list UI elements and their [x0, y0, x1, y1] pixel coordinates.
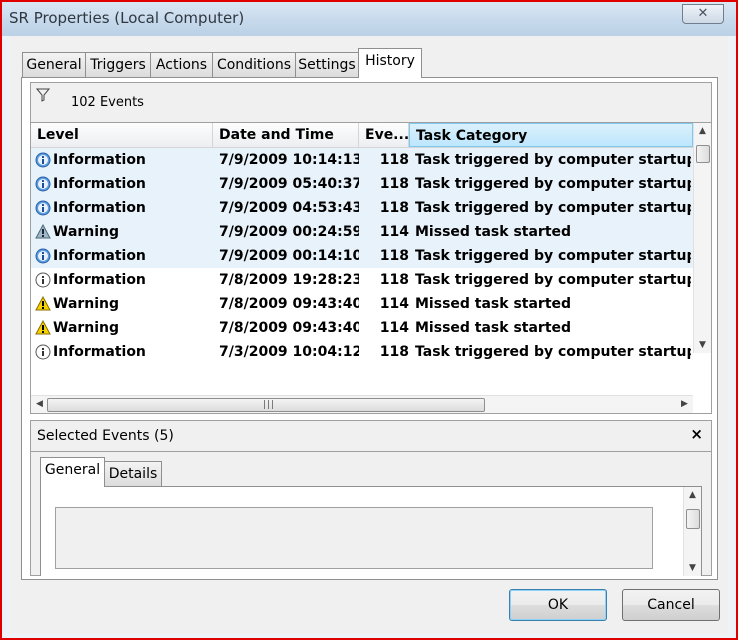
table-row[interactable]: Warning 7/9/2009 00:24:59 114 Missed task s…	[31, 220, 693, 244]
level-cell: Information	[53, 272, 146, 288]
task-category-cell: Missed task started	[415, 320, 572, 336]
task-category-cell: Task triggered by computer startup	[415, 248, 691, 264]
history-tab-panel: 102 Events Level Date and Time Eve... Ta…	[21, 77, 718, 580]
window-close-button[interactable]: ✕	[682, 4, 724, 24]
events-count: 102 Events	[71, 95, 144, 110]
event-id-cell: 118	[379, 200, 409, 216]
column-header-date-time[interactable]: Date and Time	[213, 123, 359, 147]
detail-vertical-scrollbar[interactable]: ▲ ▼	[683, 487, 701, 576]
tab-general[interactable]: General	[22, 52, 86, 77]
scroll-left-arrow[interactable]: ◀	[31, 396, 48, 412]
date-time-cell: 7/8/2009 19:28:23	[219, 272, 359, 288]
task-category-cell: Task triggered by computer startup	[415, 176, 691, 192]
level-cell: Warning	[53, 296, 120, 312]
table-row[interactable]: Information 7/9/2009 10:14:13 118 Task trig…	[31, 148, 693, 172]
tab-conditions[interactable]: Conditions	[212, 52, 296, 77]
dialog-client-area: General Triggers Actions Conditions Sett…	[10, 36, 728, 634]
cancel-button[interactable]: Cancel	[622, 589, 720, 621]
table-row[interactable]: Information 7/9/2009 00:14:10 118 Task trig…	[31, 244, 693, 268]
tab-settings[interactable]: Settings	[295, 52, 359, 77]
grid-horizontal-scrollbar[interactable]: ◀ ||| ▶	[31, 395, 693, 413]
task-category-cell: Task triggered by computer startup	[415, 200, 691, 216]
table-row[interactable]: Information 7/9/2009 05:40:37 118 Task trig…	[31, 172, 693, 196]
ok-button[interactable]: OK	[509, 589, 607, 621]
warning-icon	[35, 223, 51, 240]
detail-scroll-thumb[interactable]	[686, 509, 700, 529]
task-category-cell: Task triggered by computer startup	[415, 272, 691, 288]
title-bar[interactable]: SR Properties (Local Computer) ✕	[2, 2, 736, 36]
table-row[interactable]: Warning 7/8/2009 09:43:40 114 Missed task s…	[31, 292, 693, 316]
date-time-cell: 7/9/2009 04:53:43	[219, 200, 359, 216]
task-category-cell: Missed task started	[415, 224, 572, 240]
event-id-cell: 114	[379, 224, 409, 240]
detail-tab-general[interactable]: General	[40, 457, 105, 487]
selected-events-pane: Selected Events (5) × General Details ▲ …	[30, 420, 712, 576]
event-description-box[interactable]	[55, 507, 653, 569]
info-icon	[35, 272, 51, 288]
properties-window: SR Properties (Local Computer) ✕ General…	[0, 0, 738, 640]
task-category-cell: Task triggered by computer startup	[415, 344, 691, 360]
level-cell: Information	[53, 344, 146, 360]
scroll-right-arrow[interactable]: ▶	[676, 396, 693, 412]
event-id-cell: 118	[379, 272, 409, 288]
info-icon	[35, 200, 51, 216]
date-time-cell: 7/9/2009 10:14:13	[219, 152, 359, 168]
warning-icon	[35, 319, 51, 336]
table-row[interactable]: Information 7/3/2009 10:04:12 118 Task trig…	[31, 340, 693, 364]
tab-triggers[interactable]: Triggers	[85, 52, 151, 77]
column-header-level[interactable]: Level	[31, 123, 213, 147]
event-id-cell: 114	[379, 320, 409, 336]
info-icon	[35, 248, 51, 264]
date-time-cell: 7/9/2009 00:24:59	[219, 224, 359, 240]
scroll-down-arrow[interactable]: ▼	[694, 337, 711, 353]
funnel-icon[interactable]	[36, 88, 50, 102]
vertical-scroll-thumb[interactable]	[696, 145, 710, 163]
task-category-cell: Task triggered by computer startup	[415, 152, 691, 168]
date-time-cell: 7/3/2009 10:04:12	[219, 344, 359, 360]
grid-vertical-scrollbar[interactable]: ▲ ▼	[693, 123, 711, 353]
event-id-cell: 118	[379, 176, 409, 192]
thumb-grip: |||	[263, 400, 276, 410]
table-row[interactable]: Information 7/9/2009 04:53:43 118 Task trig…	[31, 196, 693, 220]
level-cell: Information	[53, 152, 146, 168]
event-id-cell: 118	[379, 248, 409, 264]
event-id-cell: 118	[379, 152, 409, 168]
info-icon	[35, 176, 51, 192]
detail-general-panel: ▲ ▼	[40, 486, 702, 576]
level-cell: Information	[53, 248, 146, 264]
tab-history[interactable]: History	[358, 48, 422, 78]
detail-tab-details[interactable]: Details	[104, 461, 162, 486]
date-time-cell: 7/8/2009 09:43:40	[219, 320, 359, 336]
level-cell: Information	[53, 176, 146, 192]
detail-scroll-down-arrow[interactable]: ▼	[684, 560, 701, 576]
info-icon	[35, 152, 51, 168]
horizontal-scroll-thumb[interactable]: |||	[47, 398, 485, 412]
date-time-cell: 7/9/2009 00:14:10	[219, 248, 359, 264]
level-cell: Warning	[53, 224, 120, 240]
warning-icon	[35, 295, 51, 312]
filter-bar: 102 Events	[30, 82, 712, 123]
divider	[31, 451, 711, 452]
date-time-cell: 7/9/2009 05:40:37	[219, 176, 359, 192]
info-icon	[35, 344, 51, 360]
grid-rows: Information 7/9/2009 10:14:13 118 Task trig…	[31, 148, 693, 378]
tab-actions[interactable]: Actions	[150, 52, 213, 77]
table-row[interactable]: Information 7/8/2009 19:28:23 118 Task trig…	[31, 268, 693, 292]
detail-scroll-up-arrow[interactable]: ▲	[684, 487, 701, 503]
grid-header: Level Date and Time Eve... Task Category	[31, 123, 693, 148]
date-time-cell: 7/8/2009 09:43:40	[219, 296, 359, 312]
column-header-event-id[interactable]: Eve...	[359, 123, 409, 147]
level-cell: Information	[53, 200, 146, 216]
events-grid[interactable]: Level Date and Time Eve... Task Category…	[30, 122, 712, 414]
selected-events-title: Selected Events (5)	[37, 428, 174, 444]
window-title: SR Properties (Local Computer)	[9, 9, 245, 27]
level-cell: Warning	[53, 320, 120, 336]
task-category-cell: Missed task started	[415, 296, 572, 312]
table-row[interactable]: Warning 7/8/2009 09:43:40 114 Missed task s…	[31, 316, 693, 340]
event-id-cell: 114	[379, 296, 409, 312]
detail-close-icon[interactable]: ×	[690, 425, 703, 443]
column-header-task-category[interactable]: Task Category	[409, 123, 693, 147]
scroll-up-arrow[interactable]: ▲	[694, 123, 711, 139]
event-id-cell: 118	[379, 344, 409, 360]
